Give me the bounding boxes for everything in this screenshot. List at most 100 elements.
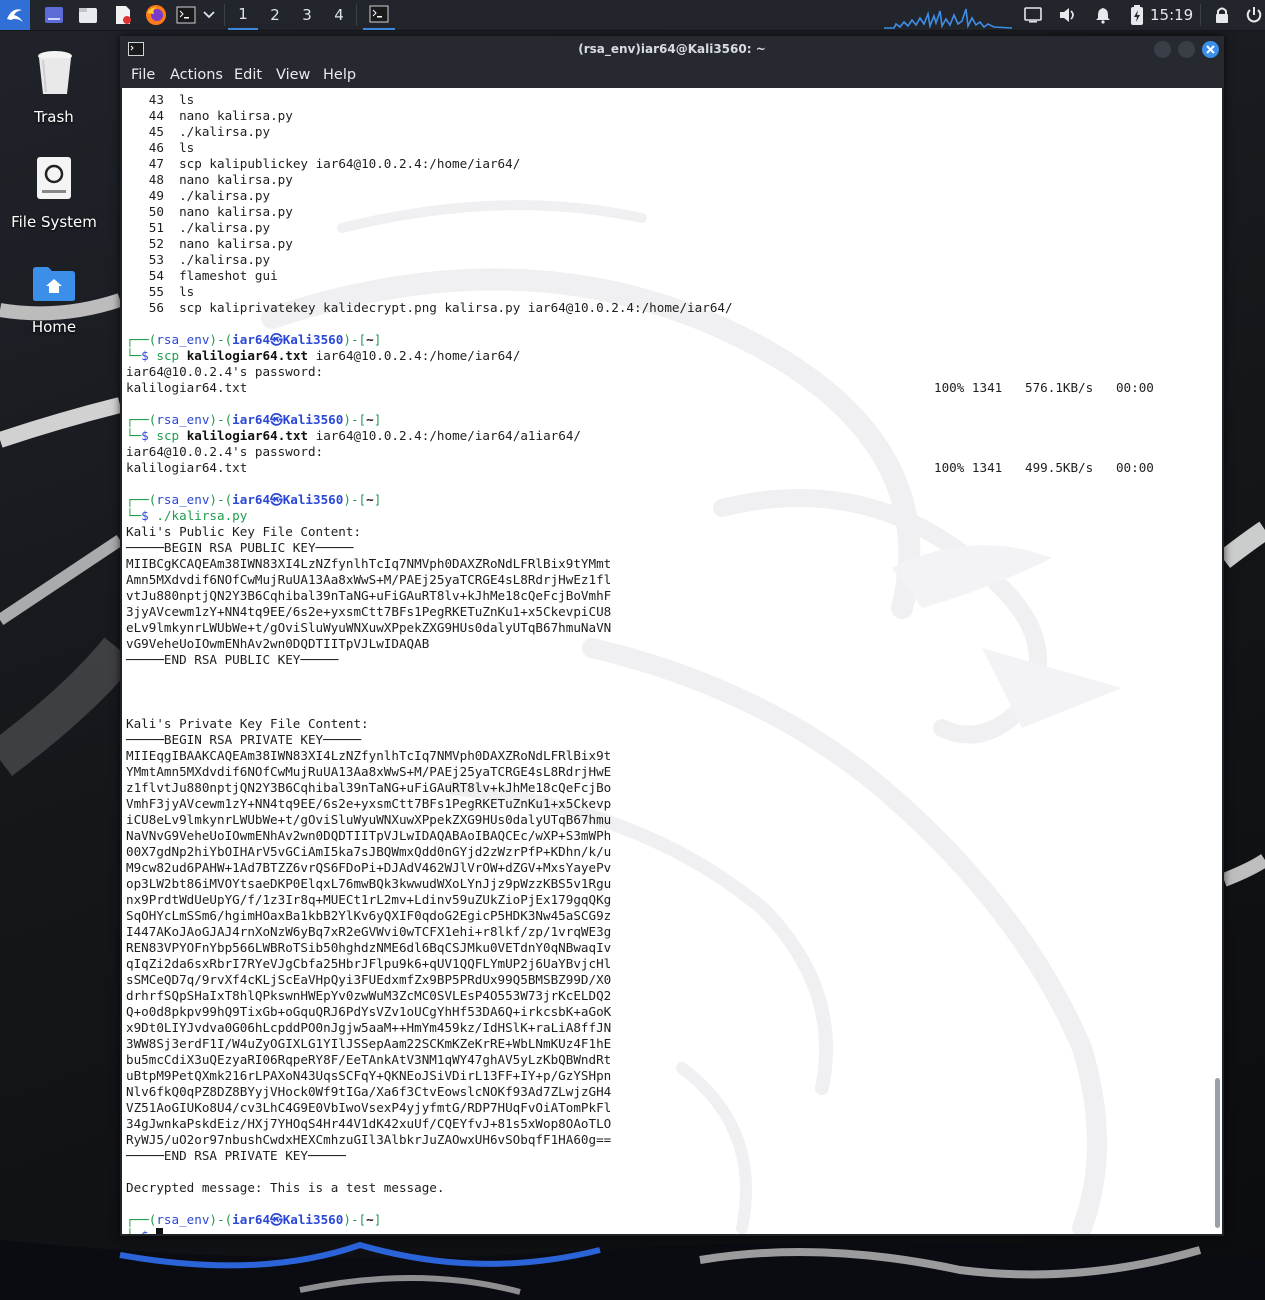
history-command: nano kalirsa.py [179,236,293,251]
scp-progress: kalilogiar64.txt 100% 1341 499.5KB/s 00:0… [126,460,1222,476]
workspace-3[interactable]: 3 [292,0,322,30]
workspace-4[interactable]: 4 [324,0,354,30]
prompt-line-2: └─$ scp kalilogiar64.txt iar64@10.0.2.4:… [126,428,1222,444]
top-panel: 1 2 3 4 15:19 [0,0,1265,31]
private-key-line: sSMCeQD7q/9rvXf4cKLjScEaVHpQyi3FUEdxmfZx… [126,972,1222,988]
notification-bell-icon[interactable] [1092,3,1114,27]
key-text: op3LW2bt86iMVOYtsaeDKP0ElqxL76mwBQk3kwwu… [126,876,612,891]
prompt-at: ㉿ [270,492,283,507]
command-arg-dest: iar64@10.0.2.4:/home/iar64/ [308,348,521,363]
workspace-1[interactable]: 1 [228,0,258,30]
history-number: 50 [148,204,164,219]
battery-charging-icon[interactable] [1126,3,1148,27]
prompt-bracket: )-( [209,492,233,507]
history-command: ./kalirsa.py [179,220,271,235]
private-key-line: VZ51AoGIUKo8U4/cv3LhC4G9E0VbIwoVsexP4yjy… [126,1100,1222,1116]
chevron-down-icon[interactable] [201,3,217,27]
progress-file: kalilogiar64.txt [126,460,248,475]
prompt-bracket: ] [373,1212,382,1227]
prompt-bracket: ┌──( [126,492,157,507]
terminal-lines: 43 ls 44 nano kalirsa.py 45 ./kalirsa.py… [126,92,1222,1234]
private-key-line: Q+o0d8pkpv99hQ9TixGb+oGquQRJ6PdYsVZv1oUC… [126,1004,1222,1020]
public-key-line: ─────BEGIN RSA PUBLIC KEY───── [126,540,1222,556]
progress-stats: 100% 1341 576.1KB/s 00:00 [934,380,1154,395]
history-number: 45 [148,124,164,139]
panel-separator [1200,4,1201,26]
lock-icon[interactable] [1212,3,1232,27]
close-button[interactable] [1202,41,1219,58]
prompt-line-2: └─$ [126,1228,1222,1234]
key-text: vG9VeheUoIOwmENhAv2wn0DQDTIITpVJLwIDAQAB [126,636,430,651]
prompt-dollar: $ [141,508,149,523]
volume-icon[interactable] [1057,3,1079,27]
terminal-window: (rsa_env)iar64@Kali3560: ~ File Actions … [120,36,1224,1236]
workspace-2[interactable]: 2 [260,0,290,30]
key-text: MIIEqgIBAAKCAQEAm38IWN83XI4LzNZfynlhTcIq… [126,748,612,763]
prompt-dollar: $ [141,348,149,363]
scp-progress: kalilogiar64.txt 100% 1341 576.1KB/s 00:0… [126,380,1222,396]
public-key-line: vG9VeheUoIOwmENhAv2wn0DQDTIITpVJLwIDAQAB [126,636,1222,652]
key-text: Nlv6fkQ0qPZ8DZ8BYyjVHock0Wf9tIGa/Xa6f3Ct… [126,1084,612,1099]
key-text: drhrfSQpSHaIxT8hlQPkswnHWEpYv0zwWuM3ZcMC… [126,988,612,1003]
private-key-line: iCU8eLv9lmkynrLWUbWe+t/gOviSluWyuWNXuwXP… [126,812,1222,828]
window-title: (rsa_env)iar64@Kali3560: ~ [578,42,766,56]
terminal-scrollbar[interactable] [1215,1078,1220,1228]
prompt-bracket: └─ [126,1228,141,1234]
menu-actions[interactable]: Actions [170,67,223,83]
panel-separator [224,4,225,26]
key-text: nx9PrdtWdUeUpYG/f/1z3Ir8q+MUECt1rL2mv+Ld… [126,892,612,907]
desktop-icon-home[interactable]: Home [4,264,104,340]
private-key-line: ─────END RSA PRIVATE KEY───── [126,1148,1222,1164]
terminal-task-icon[interactable] [363,0,395,30]
key-text: 3WW8Sj3erdF1I/W4uZyOGIXLG1YIlJSSepAam22S… [126,1036,612,1051]
prompt-line-2: └─$ ./kalirsa.py [126,508,1222,524]
history-number: 51 [148,220,164,235]
history-line: 50 nano kalirsa.py [126,204,1222,220]
menu-file[interactable]: File [131,67,155,83]
history-command: ./kalirsa.py [179,252,271,267]
title-bar[interactable]: (rsa_env)iar64@Kali3560: ~ [120,36,1224,64]
command-name: scp [156,428,180,443]
message-text: Decrypted message: This is a test messag… [126,1180,445,1195]
private-key-line: x9Dt0LIYJvdva0G06hLcpddPO0nJgjw5aaM++HmY… [126,1020,1222,1036]
firefox-icon[interactable] [144,3,168,27]
key-text: VZ51AoGIUKo8U4/cv3LhC4G9E0VbIwoVsexP4yjy… [126,1100,612,1115]
history-command: ./kalirsa.py [179,124,271,139]
prompt-bracket: ] [373,332,382,347]
password-text: iar64@10.0.2.4's password: [126,444,324,459]
minimize-button[interactable] [1154,41,1171,58]
desktop-icon-filesystem[interactable]: File System [4,152,104,234]
menu-help[interactable]: Help [323,67,356,83]
history-line: 48 nano kalirsa.py [126,172,1222,188]
prompt-bracket: ┌──( [126,332,157,347]
history-number: 48 [148,172,164,187]
private-key-line: 3WW8Sj3erdF1I/W4uZyOGIXLG1YIlJSSepAam22S… [126,1036,1222,1052]
maximize-button[interactable] [1178,41,1195,58]
history-line: 49 ./kalirsa.py [126,188,1222,204]
file-manager-icon[interactable] [77,3,99,27]
menu-view[interactable]: View [276,67,310,83]
prompt-at: ㉿ [270,412,283,427]
display-icon[interactable] [1022,3,1044,27]
terminal-icon[interactable] [175,3,197,27]
text-editor-icon[interactable] [112,3,134,27]
private-key-line: M9cw82ud6PAHW+1Ad7BTZZ6vrQS6FDoPi+DJAdV4… [126,860,1222,876]
private-key-line: Nlv6fkQ0qPZ8DZ8BYyjVHock0Wf9tIGa/Xa6f3Ct… [126,1084,1222,1100]
kali-menu-icon[interactable] [0,0,30,30]
history-number: 56 [148,300,164,315]
terminal-output[interactable]: 43 ls 44 nano kalirsa.py 45 ./kalirsa.py… [122,88,1222,1234]
power-icon[interactable] [1244,3,1264,27]
desktop-icon-trash[interactable]: Trash [4,46,104,128]
prompt-bracket: ] [373,492,382,507]
history-command: ls [179,284,195,299]
command-name: scp [156,348,180,363]
public-key-line: Amn5MXdvdif6NOfCwMujRuUA13Aa8xWwS+M/PAEj… [126,572,1222,588]
history-line: 56 scp kaliprivatekey kalidecrypt.png ka… [126,300,1222,316]
workspace-switcher-icon[interactable] [43,3,65,27]
menu-edit[interactable]: Edit [234,67,262,83]
private-key-line: ─────BEGIN RSA PRIVATE KEY───── [126,732,1222,748]
clock[interactable]: 15:19 [1150,0,1193,30]
history-line: 43 ls [126,92,1222,108]
